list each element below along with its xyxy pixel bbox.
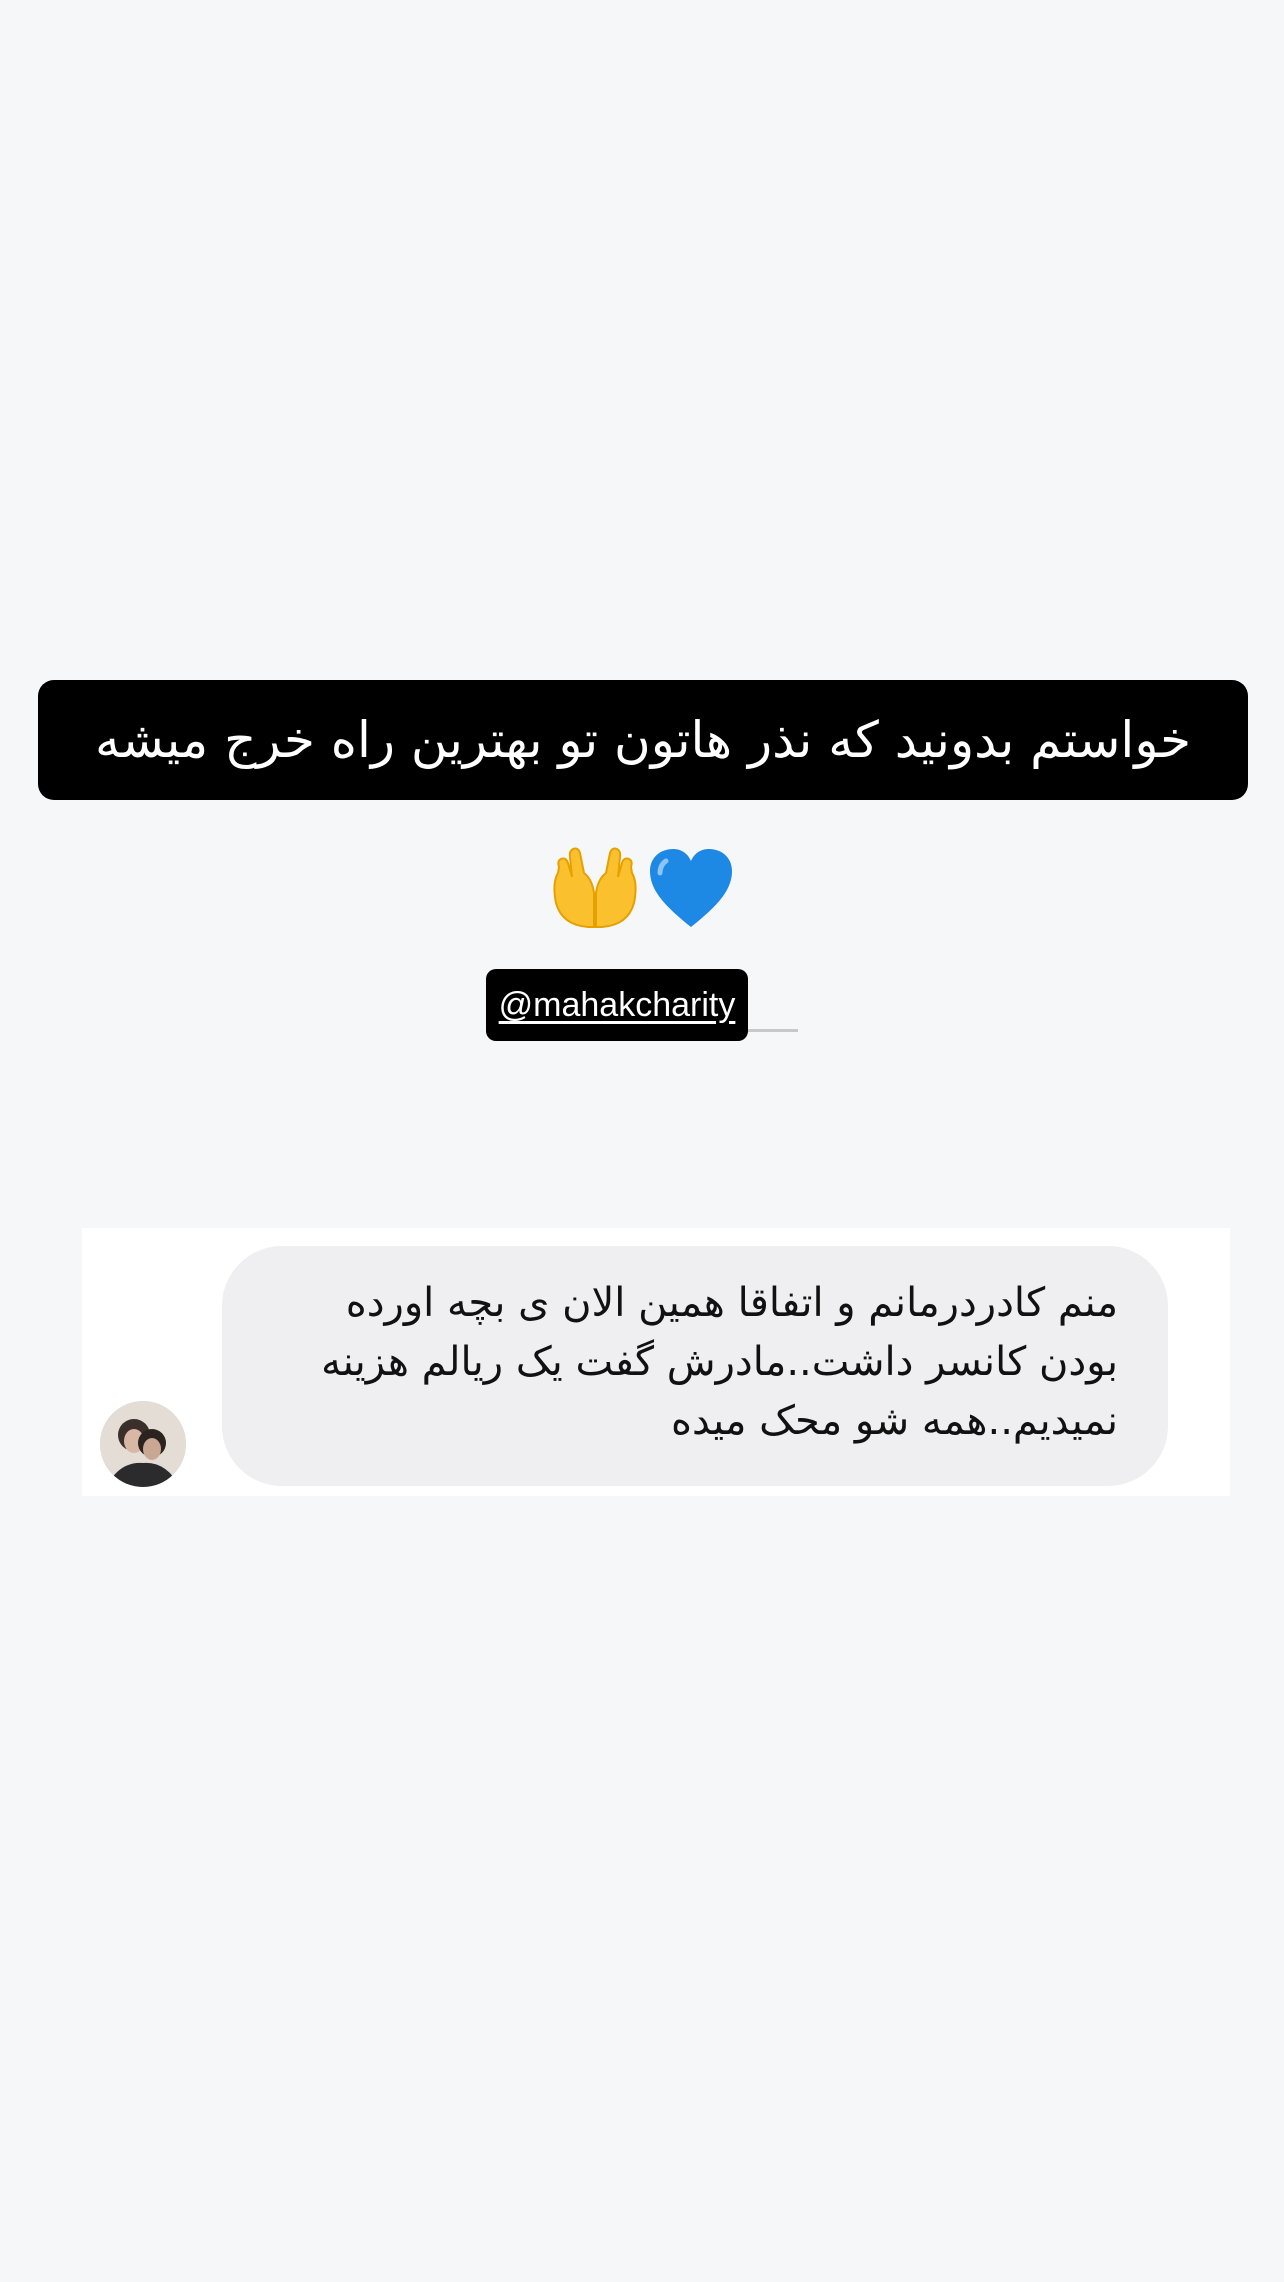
blue-heart-emoji bbox=[646, 845, 736, 931]
story-headline-text: خواستم بدونید که نذر هاتون تو بهترین راه… bbox=[38, 680, 1248, 800]
shared-message-card: منم کادردرمانم و اتفاقا همین الان ی بچه … bbox=[82, 1228, 1230, 1496]
emoji-row bbox=[0, 838, 1284, 938]
message-bubble: منم کادردرمانم و اتفاقا همین الان ی بچه … bbox=[222, 1246, 1168, 1486]
mention-tag[interactable]: @mahakcharity bbox=[486, 969, 748, 1041]
avatar[interactable] bbox=[100, 1401, 186, 1487]
mention-sticker[interactable]: @mahakcharity bbox=[486, 969, 798, 1041]
palms-up-together-emoji bbox=[548, 843, 642, 933]
mention-username: @mahakcharity bbox=[498, 985, 736, 1024]
